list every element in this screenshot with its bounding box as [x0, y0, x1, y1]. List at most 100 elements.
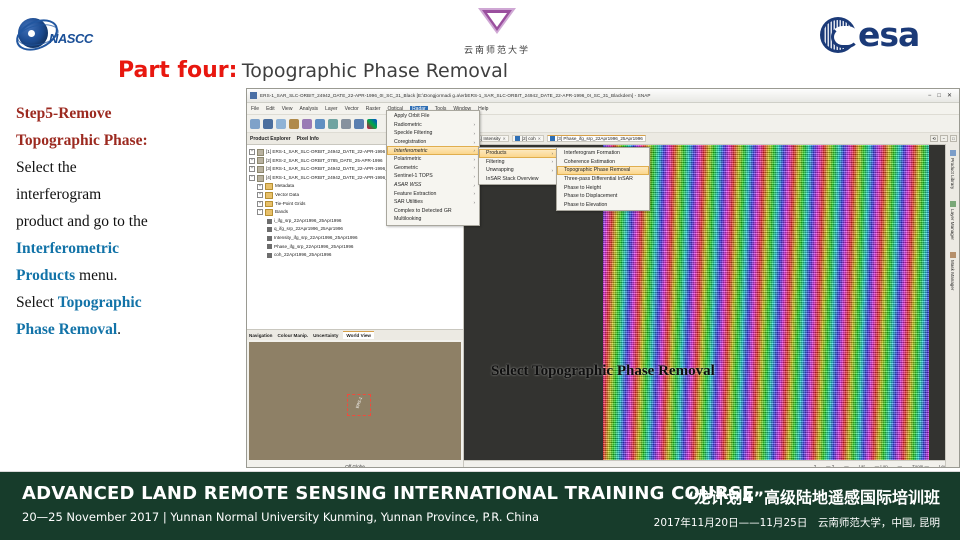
- close-icon[interactable]: ✕: [538, 136, 541, 141]
- menubar[interactable]: File Edit View Analysis Layer Vector Ras…: [247, 103, 959, 115]
- import-icon[interactable]: [315, 118, 325, 129]
- expand-icon[interactable]: +: [257, 183, 263, 190]
- menu-edit[interactable]: Edit: [266, 106, 275, 112]
- layer-manager-icon: [949, 201, 956, 208]
- menu-item-label: Three-pass Differential InSAR: [564, 176, 633, 183]
- export-icon[interactable]: [328, 118, 338, 129]
- collapse-icon[interactable]: −: [257, 209, 263, 216]
- menu-item-coregistration[interactable]: Coregistration ›: [387, 138, 479, 147]
- products-submenu[interactable]: Interferogram Formation Coherence Estima…: [556, 147, 650, 212]
- close-button[interactable]: ✕: [947, 92, 952, 100]
- esa-swoosh-icon: [831, 26, 859, 48]
- menu-item-feature-extraction[interactable]: Feature Extraction ›: [387, 189, 479, 198]
- view-tab-label: [3] Phase_ifg_srp_22Apr1996_25Apr1996: [557, 136, 643, 141]
- minimize-button[interactable]: −: [928, 92, 932, 100]
- menu-item-label: ASAR WSS: [394, 182, 422, 189]
- new-product-icon[interactable]: [250, 118, 260, 129]
- menu-item-coherence-estimation[interactable]: Coherence Estimation: [557, 158, 649, 167]
- menu-raster[interactable]: Raster: [366, 106, 381, 112]
- restore-view-button[interactable]: ⟲: [929, 135, 939, 142]
- menu-file[interactable]: File: [251, 106, 259, 112]
- menu-item-interferogram-formation[interactable]: Interferogram Formation: [557, 149, 649, 158]
- maximize-view-button[interactable]: □: [949, 135, 957, 142]
- tree-row[interactable]: Intensity_ifg_srp_22Apr1996_25Apr1996: [249, 234, 461, 243]
- view-tab-phase[interactable]: [3] Phase_ifg_srp_22Apr1996_25Apr1996: [547, 135, 646, 142]
- menu-item-speckle-filtering[interactable]: Speckle Filtering ›: [387, 129, 479, 138]
- bandselect-icon[interactable]: [354, 118, 364, 129]
- open-product-icon[interactable]: [263, 118, 273, 129]
- colour-icon[interactable]: [367, 118, 377, 129]
- menu-item-geometric[interactable]: Geometric ›: [387, 164, 479, 173]
- expand-icon[interactable]: +: [249, 166, 255, 173]
- menu-item-polarimetric[interactable]: Polarimetric ›: [387, 155, 479, 164]
- tree-label: Tie-Point Grids: [275, 200, 306, 206]
- reopen-icon[interactable]: [289, 118, 299, 129]
- menu-item-interferometric[interactable]: Interferometric ›: [387, 146, 479, 155]
- close-icon[interactable]: ✕: [503, 136, 506, 141]
- window-controls[interactable]: − □ ✕: [928, 92, 956, 100]
- world-view-map[interactable]: ERS-1: [249, 342, 461, 460]
- menu-item-sentinel1-tops[interactable]: Sentinel-1 TOPS ›: [387, 172, 479, 181]
- maximize-button[interactable]: □: [937, 92, 941, 100]
- instruction-line-7a: Products: [16, 267, 76, 284]
- save-product-icon[interactable]: [276, 118, 286, 129]
- menu-item-label: Complex to Detected GR: [394, 207, 452, 214]
- expand-icon[interactable]: +: [257, 192, 263, 199]
- menu-item-phase-to-elevation[interactable]: Phase to Elevation: [557, 201, 649, 210]
- tab-navigation[interactable]: Navigation: [249, 333, 272, 338]
- band-maths-icon[interactable]: [341, 118, 351, 129]
- tab-product-explorer[interactable]: Product Explorer: [250, 136, 291, 142]
- side-tab-layer-manager[interactable]: Layer Manager: [949, 201, 956, 240]
- interferometric-submenu[interactable]: Products › Filtering › Unwrapping › InSAR S…: [478, 147, 558, 186]
- view-window-controls[interactable]: ⟲ − □: [929, 135, 959, 142]
- status-lat: Lat: [858, 463, 865, 468]
- radar-menu[interactable]: Apply Orbit File Radiometric › Speckle Fi…: [386, 110, 480, 226]
- tab-uncertainty[interactable]: Uncertainty: [313, 333, 338, 338]
- tab-world-view[interactable]: World View: [343, 331, 374, 339]
- tree-label: Metadata: [275, 183, 295, 189]
- world-view-status: Off Globe: [345, 464, 365, 468]
- bottom-panel-tabs[interactable]: Navigation Colour Manip. Uncertainty Wor…: [247, 330, 463, 340]
- menu-item-unwrapping[interactable]: Unwrapping ›: [479, 166, 557, 175]
- menu-item-topographic-phase-removal[interactable]: Topographic Phase Removal: [557, 166, 649, 175]
- virtual-band-icon: [267, 244, 272, 250]
- menu-item-asar-wss[interactable]: ASAR WSS ›: [387, 181, 479, 190]
- menu-item-apply-orbit-file[interactable]: Apply Orbit File: [387, 112, 479, 121]
- tree-row[interactable]: Phase_ifg_srp_22Apr1996_25Apr1996: [249, 243, 461, 252]
- menu-view[interactable]: View: [282, 106, 293, 112]
- image-view-tabs[interactable]: [1] Intensity ✕ [2] coh ✕ [3] Phase_ifg_sr…: [464, 133, 959, 145]
- menu-analysis[interactable]: Analysis: [299, 106, 318, 112]
- menu-item-sar-utilities[interactable]: SAR Utilities ›: [387, 198, 479, 207]
- tab-pixel-info[interactable]: Pixel Info: [297, 136, 319, 142]
- expand-icon[interactable]: +: [249, 149, 255, 156]
- menu-item-phase-to-height[interactable]: Phase to Height: [557, 183, 649, 192]
- menu-item-complex-to-detected-gr[interactable]: Complex to Detected GR: [387, 207, 479, 216]
- scene-footprint-box: ERS-1: [346, 393, 371, 416]
- expand-icon[interactable]: +: [249, 157, 255, 164]
- menu-vector[interactable]: Vector: [345, 106, 359, 112]
- menu-item-three-pass-differential-insar[interactable]: Three-pass Differential InSAR: [557, 175, 649, 184]
- chevron-right-icon: ›: [551, 150, 553, 156]
- tree-row[interactable]: q_ifg_srp_22Apr1996_25Apr1996: [249, 225, 461, 234]
- side-tab-product-library[interactable]: Product Library: [949, 150, 956, 189]
- subset-icon[interactable]: [302, 118, 312, 129]
- menu-item-products[interactable]: Products ›: [479, 149, 557, 158]
- minimize-view-button[interactable]: −: [940, 135, 948, 142]
- tab-colour-manip[interactable]: Colour Manip.: [277, 333, 308, 338]
- view-tab-label: [1] Intensity: [477, 136, 501, 141]
- menu-item-radiometric[interactable]: Radiometric ›: [387, 121, 479, 130]
- tree-row[interactable]: coh_22Apr1996_25Apr1996: [249, 251, 461, 260]
- status-x-value: — ?: [826, 463, 835, 468]
- menu-item-phase-to-displacement[interactable]: Phase to Displacement: [557, 192, 649, 201]
- menu-item-filtering[interactable]: Filtering ›: [479, 158, 557, 167]
- expand-icon[interactable]: +: [257, 200, 263, 207]
- toolbar[interactable]: [247, 115, 959, 133]
- side-tab-mask-manager[interactable]: Mask Manager: [949, 252, 956, 290]
- menu-item-multilooking[interactable]: Multilooking: [387, 215, 479, 224]
- view-tab-coh[interactable]: [2] coh ✕: [511, 135, 545, 142]
- interferogram-canvas[interactable]: [464, 145, 959, 460]
- collapse-icon[interactable]: −: [249, 175, 255, 182]
- right-side-tabs[interactable]: Product Library Layer Manager Mask Manag…: [945, 144, 959, 467]
- menu-layer[interactable]: Layer: [325, 106, 338, 112]
- menu-item-insar-stack-overview[interactable]: InSAR Stack Overview: [479, 175, 557, 184]
